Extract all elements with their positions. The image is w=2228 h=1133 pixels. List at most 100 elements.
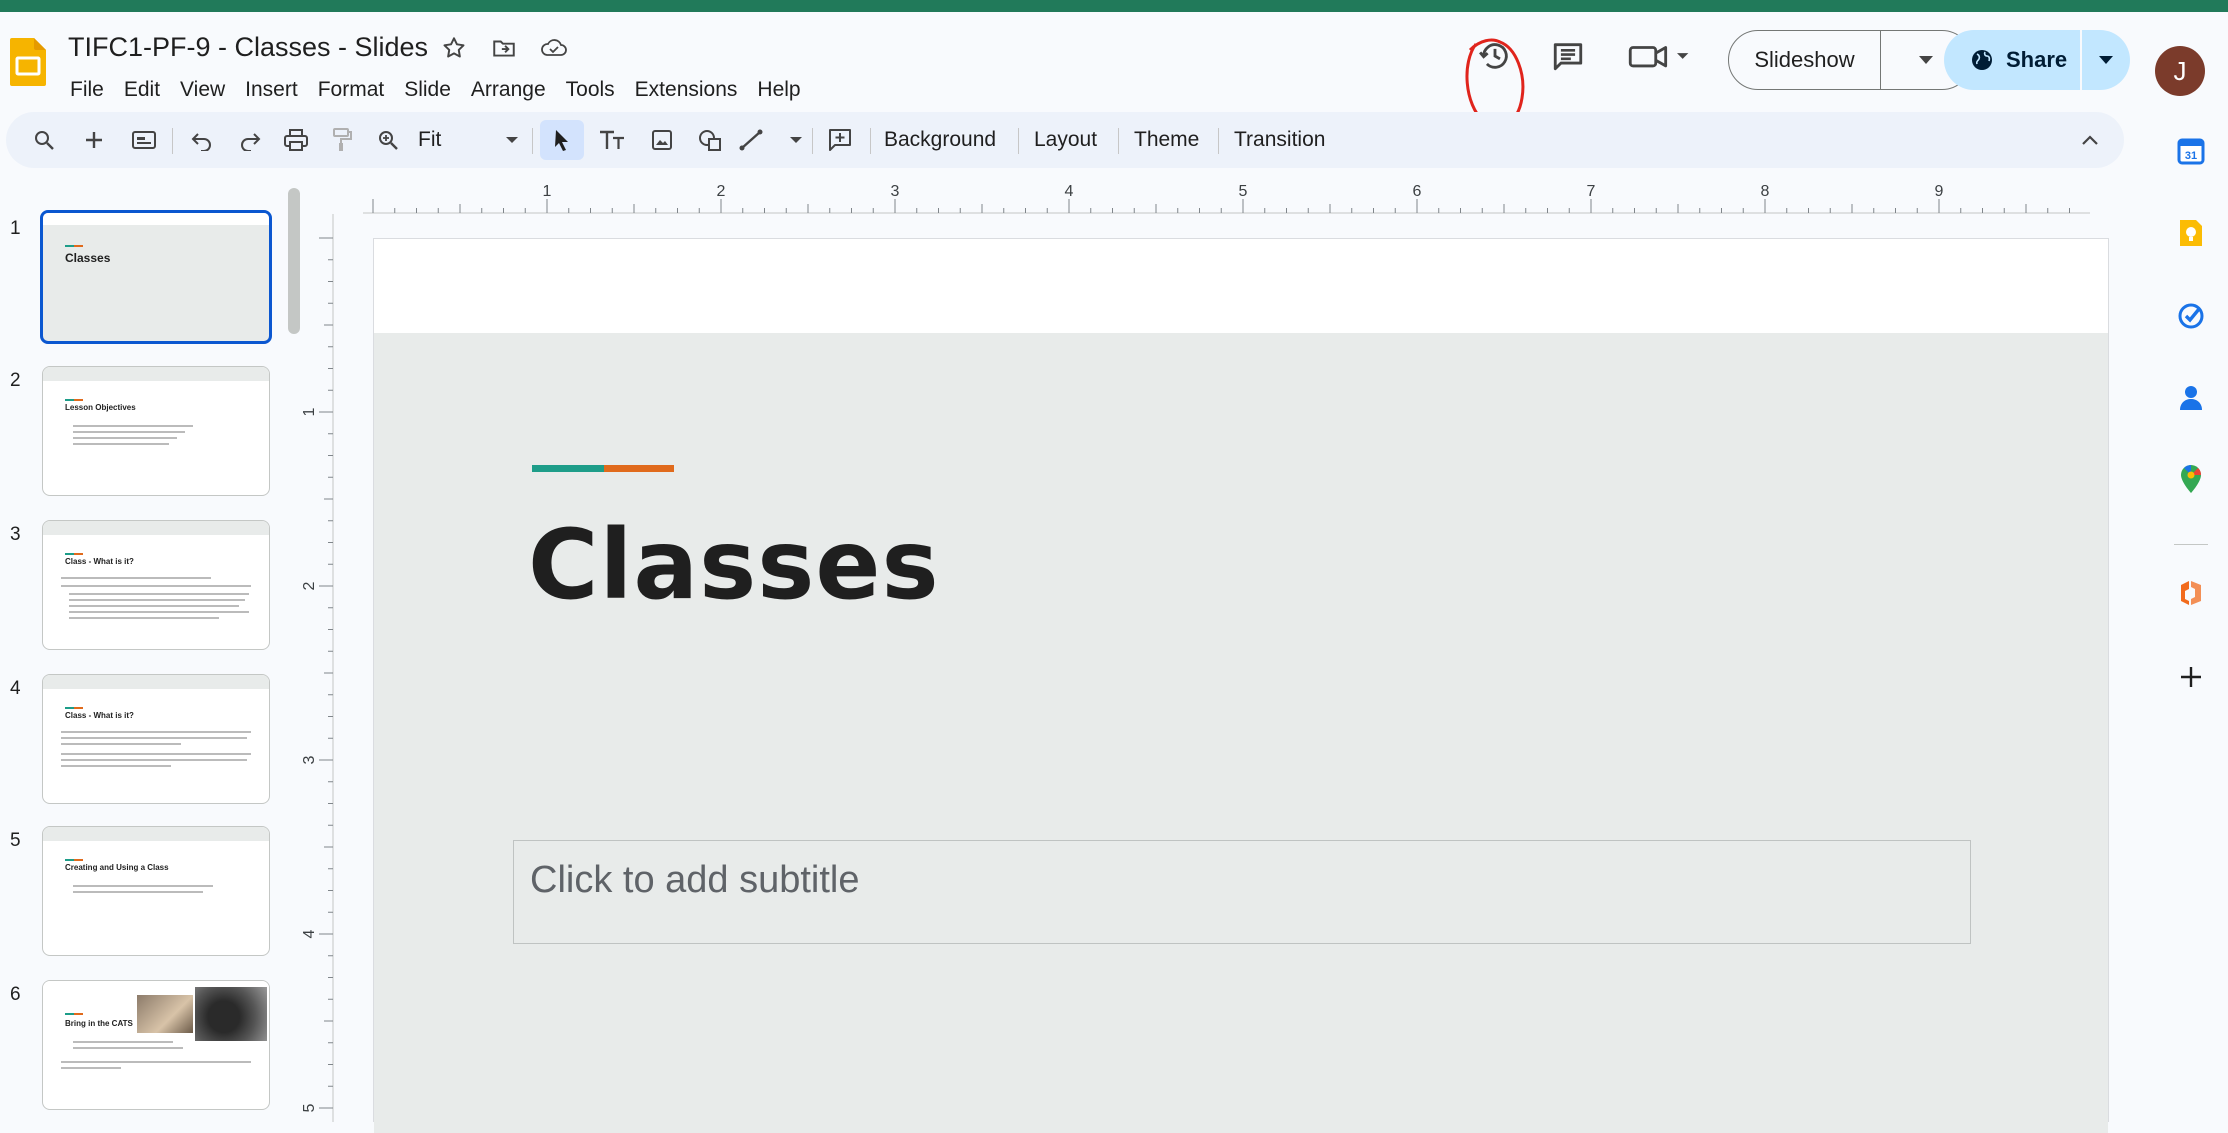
filmstrip-scrollbar[interactable]	[288, 188, 300, 334]
slide-canvas[interactable]: Classes Click to add subtitle	[373, 238, 2109, 1133]
subtitle-placeholder-text: Click to add subtitle	[530, 859, 860, 901]
thumbnail-title: Class - What is it?	[65, 711, 134, 720]
contacts-icon[interactable]	[2166, 372, 2216, 422]
thumbnail-title: Classes	[65, 251, 111, 265]
move-folder-icon[interactable]	[488, 32, 520, 64]
undo-icon[interactable]	[182, 120, 222, 160]
ruler-number: 6	[1413, 183, 1422, 200]
app-header: TIFC1-PF-9 - Classes - Slides File Edit …	[0, 12, 2228, 129]
account-avatar[interactable]: J	[2155, 46, 2205, 96]
menu-tools[interactable]: Tools	[556, 74, 625, 106]
add-addon-icon[interactable]	[2166, 652, 2216, 702]
side-panel: 31	[2156, 112, 2228, 1122]
slideshow-button[interactable]: Slideshow	[1728, 30, 1972, 90]
main-toolbar: Fit Background Layout Theme Transition	[6, 112, 2124, 168]
slide-thumbnail-4[interactable]: Class - What is it?	[42, 674, 270, 804]
globe-icon	[1972, 50, 1992, 70]
keep-icon[interactable]	[2166, 208, 2216, 258]
top-accent-strip	[0, 0, 2228, 12]
chevron-down-icon	[790, 137, 802, 143]
slide-thumbnail-1[interactable]: Classes	[40, 210, 272, 344]
ruler-number: 3	[891, 183, 900, 200]
ruler-number: 2	[301, 581, 318, 590]
slide-number: 3	[10, 524, 21, 545]
addon-icon[interactable]	[2166, 568, 2216, 618]
thumbnail-title: Class - What is it?	[65, 557, 134, 566]
thumbnail-title: Lesson Objectives	[65, 403, 136, 412]
menu-edit[interactable]: Edit	[114, 74, 170, 106]
maps-icon[interactable]	[2166, 454, 2216, 504]
menu-format[interactable]: Format	[308, 74, 395, 106]
cat-photo-2	[195, 987, 267, 1041]
theme-label: Theme	[1134, 128, 1200, 151]
slide-number: 2	[10, 370, 21, 391]
paint-format-icon[interactable]	[322, 120, 362, 160]
layout-button[interactable]: Layout	[1026, 120, 1105, 160]
theme-button[interactable]: Theme	[1126, 120, 1207, 160]
print-icon[interactable]	[276, 120, 316, 160]
menu-view[interactable]: View	[170, 74, 235, 106]
ruler-number: 4	[301, 929, 318, 938]
vertical-ruler: 1 2 3 4 5	[301, 214, 334, 1122]
line-tool-icon[interactable]	[738, 120, 804, 160]
slideshow-label[interactable]: Slideshow	[1729, 31, 1881, 89]
cat-photo-1	[137, 995, 193, 1033]
slide-number: 4	[10, 678, 21, 699]
star-icon[interactable]	[438, 32, 470, 64]
zoom-select[interactable]: Fit	[414, 120, 524, 160]
text-box-icon[interactable]	[590, 120, 634, 160]
search-menus-icon[interactable]	[24, 120, 64, 160]
menu-help[interactable]: Help	[747, 74, 810, 106]
menu-extensions[interactable]: Extensions	[625, 74, 748, 106]
new-slide-icon[interactable]	[74, 120, 114, 160]
ruler-number: 9	[1935, 183, 1944, 200]
slide-thumbnail-5[interactable]: Creating and Using a Class	[42, 826, 270, 956]
slide-layout-icon[interactable]	[122, 120, 166, 160]
ruler-number: 8	[1761, 183, 1770, 200]
layout-label: Layout	[1034, 128, 1098, 151]
meet-camera-icon[interactable]	[1620, 28, 1700, 84]
slide-number: 1	[10, 218, 21, 239]
horizontal-ruler: 1 2 3 4 5 6 7 8 9	[330, 180, 2122, 214]
collapse-toolbar-icon[interactable]	[2070, 120, 2110, 160]
chevron-down-icon	[506, 137, 518, 143]
select-tool-icon[interactable]	[540, 120, 584, 160]
transition-button[interactable]: Transition	[1226, 120, 1333, 160]
menu-arrange[interactable]: Arrange	[461, 74, 556, 106]
background-button[interactable]: Background	[876, 120, 1004, 160]
tasks-icon[interactable]	[2166, 290, 2216, 340]
thumbnail-title: Creating and Using a Class	[65, 863, 169, 872]
slide-thumbnail-2[interactable]: Lesson Objectives	[42, 366, 270, 496]
slide-number: 5	[10, 830, 21, 851]
ruler-number: 2	[717, 183, 726, 200]
transition-label: Transition	[1234, 128, 1326, 151]
ruler-number: 3	[301, 755, 318, 764]
insert-comment-icon[interactable]	[818, 120, 862, 160]
menu-slide[interactable]: Slide	[394, 74, 461, 106]
title-background-band	[374, 333, 2108, 1133]
ruler-number: 4	[1065, 183, 1074, 200]
title-accent-orange	[604, 465, 674, 472]
zoom-value: Fit	[418, 128, 442, 151]
cloud-saved-icon[interactable]	[538, 32, 570, 64]
share-label: Share	[2006, 47, 2068, 72]
menu-bar: File Edit View Insert Format Slide Arran…	[60, 74, 811, 106]
ruler-number: 1	[301, 407, 318, 416]
calendar-icon[interactable]: 31	[2166, 126, 2216, 176]
menu-file[interactable]: File	[60, 74, 114, 106]
subtitle-placeholder[interactable]: Click to add subtitle	[513, 840, 1971, 944]
insert-image-icon[interactable]	[640, 120, 684, 160]
menu-insert[interactable]: Insert	[235, 74, 308, 106]
shape-icon[interactable]	[688, 120, 732, 160]
slide-thumbnail-3[interactable]: Class - What is it?	[42, 520, 270, 650]
comments-icon[interactable]	[1540, 28, 1596, 84]
slide-title[interactable]: Classes	[528, 509, 940, 621]
slide-thumbnail-6[interactable]: Bring in the CATS	[42, 980, 270, 1110]
slides-logo-icon[interactable]	[10, 38, 46, 86]
document-title[interactable]: TIFC1-PF-9 - Classes - Slides	[68, 32, 428, 63]
svg-text:31: 31	[2185, 150, 2197, 162]
redo-icon[interactable]	[230, 120, 270, 160]
share-button[interactable]: Share	[1944, 30, 2130, 90]
zoom-icon[interactable]	[368, 120, 408, 160]
share-dropdown-icon[interactable]	[2082, 54, 2130, 66]
